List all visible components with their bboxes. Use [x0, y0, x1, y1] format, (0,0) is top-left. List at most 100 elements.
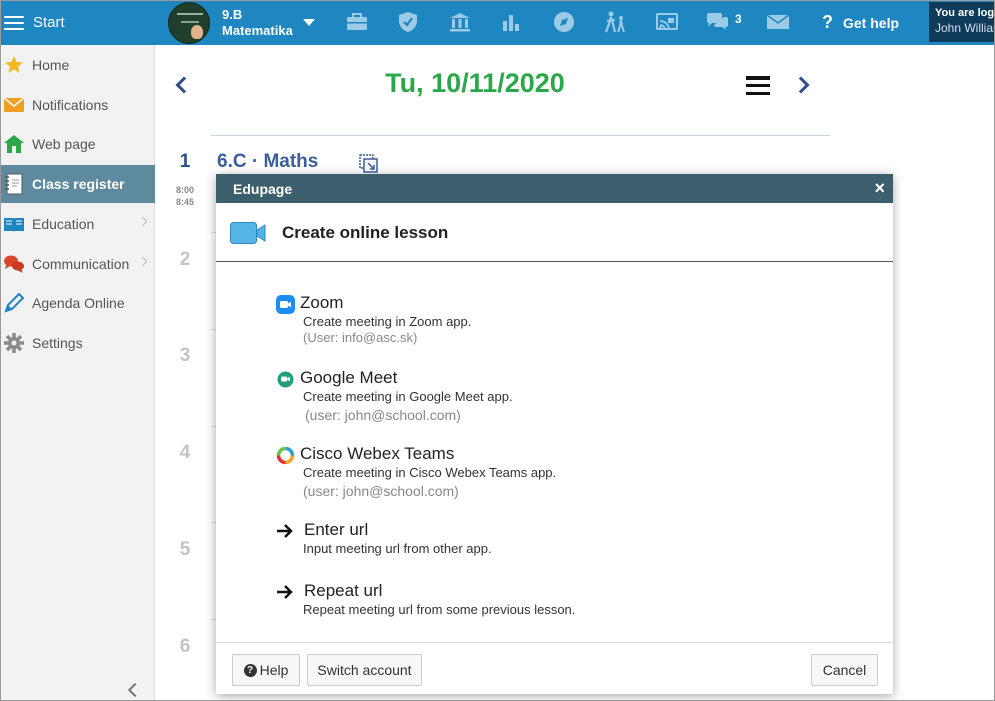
option-user: (user: john@school.com)	[305, 407, 461, 423]
briefcase-icon[interactable]	[344, 10, 370, 34]
close-icon[interactable]: ×	[874, 179, 885, 197]
chevron-down-icon	[302, 19, 315, 26]
institution-icon[interactable]	[447, 10, 473, 34]
option-name: Repeat url	[304, 581, 383, 600]
sidebar-item-notifications[interactable]: Notifications	[0, 86, 155, 124]
option-name: Enter url	[304, 520, 369, 539]
top-bar: Start 9.B Matematika 3 ? Get help You ar…	[0, 0, 995, 45]
mail-icon[interactable]	[765, 10, 791, 34]
sidebar-item-web-page[interactable]: Web page	[0, 125, 155, 163]
option-name: Google Meet	[300, 368, 398, 387]
sidebar-item-label: Notifications	[32, 97, 109, 113]
start-label: Start	[33, 14, 65, 31]
switch-account-label: Switch account	[317, 662, 412, 678]
book-icon	[3, 213, 25, 235]
lesson-number: 3	[179, 345, 191, 366]
shield-icon[interactable]	[395, 10, 421, 34]
sidebar-item-label: Web page	[32, 136, 96, 152]
start-menu-button[interactable]: Start	[0, 0, 155, 45]
option-description: Create meeting in Zoom app.	[303, 314, 472, 329]
cancel-label: Cancel	[822, 662, 867, 678]
lesson-time-start: 8:00	[175, 185, 194, 195]
dialog-footer: ? Help Switch account Cancel	[216, 642, 893, 695]
question-circle-icon: ?	[243, 663, 257, 677]
sidebar: Home Notifications Web page Class regist…	[0, 45, 155, 701]
zoom-icon	[276, 295, 296, 315]
class-avatar	[168, 1, 210, 44]
user-account[interactable]: You are logged in as John Williams	[929, 2, 995, 42]
previous-day-button[interactable]	[175, 76, 193, 94]
option-description: Create meeting in Google Meet app.	[303, 389, 513, 404]
option-name: Cisco Webex Teams	[300, 444, 455, 463]
collapse-sidebar-icon[interactable]	[127, 682, 143, 698]
arrow-right-icon	[276, 522, 296, 542]
option-user: (User: info@asc.sk)	[303, 330, 418, 345]
chat-icon[interactable]	[704, 10, 730, 34]
sidebar-item-label: Communication	[32, 256, 130, 272]
chevron-right-icon	[137, 216, 148, 227]
notebook-icon	[3, 173, 25, 195]
lesson-number: 5	[179, 539, 191, 560]
class-code: 9.B	[222, 6, 243, 22]
sidebar-item-settings[interactable]: Settings	[0, 324, 155, 362]
help-button-label: Help	[259, 662, 289, 678]
switch-account-button[interactable]: Switch account	[307, 654, 422, 686]
lesson-time-end: 8:45	[175, 197, 194, 207]
option-description: Create meeting in Cisco Webex Teams app.	[303, 465, 557, 480]
option-name: Zoom	[300, 293, 344, 312]
sidebar-item-label: Agenda Online	[32, 295, 125, 311]
chat-count-badge: 3	[735, 12, 742, 26]
get-help-label: Get help	[843, 14, 900, 31]
sidebar-item-communication[interactable]: Communication	[0, 245, 155, 283]
speech-bubbles-icon	[3, 253, 25, 275]
online-lesson-dialog: Edupage × Create online lesson Zoom Crea…	[216, 174, 893, 694]
menu-icon[interactable]	[746, 76, 770, 95]
class-selector[interactable]: 9.B Matematika	[168, 1, 315, 44]
divider	[211, 135, 830, 136]
bar-chart-icon[interactable]	[498, 10, 524, 34]
lesson-number: 4	[179, 442, 191, 463]
user-name: John Williams	[935, 21, 995, 35]
sidebar-item-agenda-online[interactable]: Agenda Online	[0, 284, 155, 322]
login-status: You are logged in as	[935, 7, 995, 19]
option-user: (user: john@school.com)	[303, 483, 459, 499]
lesson-title[interactable]: 6.C · Maths	[217, 151, 318, 173]
arrow-right-icon	[276, 583, 296, 603]
envelope-icon	[3, 94, 25, 116]
help-button[interactable]: ? Help	[232, 654, 300, 686]
webex-icon	[276, 446, 296, 466]
walking-kids-icon[interactable]	[602, 10, 628, 34]
sidebar-item-class-register[interactable]: Class register	[0, 165, 155, 203]
get-help-button[interactable]: ? Get help	[822, 0, 899, 45]
chevron-right-icon	[137, 256, 148, 267]
lesson-number: 2	[179, 249, 191, 270]
sidebar-item-label: Settings	[32, 335, 83, 351]
sidebar-item-home[interactable]: Home	[0, 46, 155, 84]
dialog-header-title: Edupage	[233, 180, 293, 197]
next-day-button[interactable]	[792, 76, 810, 94]
compass-icon[interactable]	[551, 10, 577, 34]
class-subject: Matematika	[222, 22, 293, 38]
dialog-title: Create online lesson	[282, 223, 449, 242]
question-icon: ?	[822, 12, 833, 32]
option-description: Repeat meeting url from some previous le…	[303, 602, 576, 617]
sidebar-item-label: Education	[32, 216, 95, 232]
lesson-number: 1	[179, 151, 191, 172]
sidebar-item-label: Home	[32, 57, 70, 73]
option-description: Input meeting url from other app.	[303, 541, 492, 556]
dialog-title-row: Create online lesson	[216, 203, 893, 262]
dialog-header: Edupage ×	[216, 174, 893, 203]
sidebar-item-education[interactable]: Education	[0, 205, 155, 243]
house-icon	[3, 133, 25, 155]
star-icon	[3, 54, 25, 76]
cast-icon[interactable]	[654, 10, 680, 34]
hamburger-icon	[4, 15, 24, 30]
pen-icon	[3, 292, 25, 314]
lesson-number: 6	[179, 636, 191, 657]
gear-icon	[3, 332, 25, 354]
google-meet-icon	[276, 370, 296, 390]
lesson-time: 8:00 8:45	[170, 184, 200, 208]
sidebar-item-label: Class register	[32, 176, 125, 192]
date-title: Tu, 10/11/2020	[385, 68, 565, 98]
cancel-button[interactable]: Cancel	[811, 654, 878, 686]
